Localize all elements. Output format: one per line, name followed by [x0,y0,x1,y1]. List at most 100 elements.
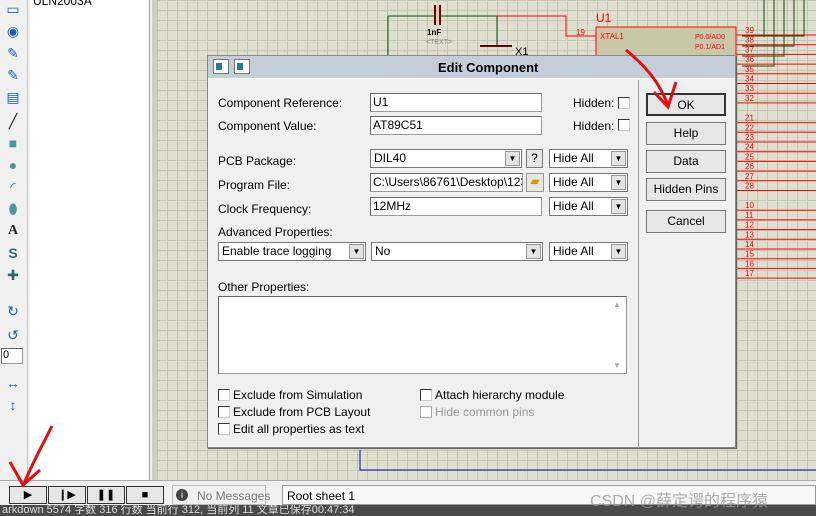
chevron-down-icon: ▼ [349,244,364,259]
step-button[interactable]: ❙▶ [48,486,86,504]
program-visibility-select[interactable]: Hide All ▼ [549,173,628,192]
exclude-simulation-checkbox[interactable] [218,389,230,401]
angle-input[interactable]: 0 [1,348,23,364]
pin-number: 15 [745,250,754,259]
folder-icon[interactable]: ▰ [526,173,544,192]
flip-vertical-icon[interactable]: ↕ [3,396,23,414]
chip-ref: U1 [596,11,612,25]
component-reference-input[interactable]: U1 [370,93,542,112]
pcb-value: DIL40 [374,151,407,165]
hidden-label: Hidden: [573,96,615,110]
pin-number: 36 [745,55,754,64]
info-icon: i [176,489,188,501]
clock-frequency-input[interactable]: 12MHz [370,197,542,216]
advanced-visibility-select[interactable]: Hide All ▼ [549,242,628,261]
pin-number: 12 [745,221,754,230]
advanced-property-select[interactable]: Enable trace logging ▼ [218,242,366,261]
stop-button[interactable]: ■ [126,486,164,504]
marker-icon[interactable]: ✚ [3,266,23,284]
pin-number: 10 [745,201,754,210]
program-file-input[interactable]: C:\Users\86761\Desktop\123' [370,173,523,192]
xtal-pin-label: XTAL1 [600,32,624,41]
window-icon [234,59,250,74]
pin-number: 14 [745,240,754,249]
pcb-package-select[interactable]: DIL40 ▼ [370,149,522,168]
pin-number: 22 [745,123,754,132]
value-hidden-checkbox[interactable] [618,119,630,131]
capacitor-text: <TEXT> [426,39,452,46]
pin-number: 37 [745,45,754,54]
hide-common-pins-checkbox[interactable] [420,406,432,418]
hide-common-pins-label: Hide common pins [435,405,535,419]
cancel-button[interactable]: Cancel [646,210,726,233]
pin-number: 27 [745,172,754,181]
edit-all-checkbox[interactable] [218,423,230,435]
data-button[interactable]: Data [646,150,726,173]
chevron-down-icon: ▼ [505,151,520,166]
other-properties-label: Other Properties: [218,280,310,294]
ok-button[interactable]: OK [646,93,726,116]
pin-number: 28 [745,182,754,191]
line-icon[interactable]: ╱ [3,112,23,130]
attach-hierarchy-checkbox[interactable] [420,389,432,401]
watermark: CSDN @薛定谔的程序猿 [590,493,769,510]
arc-icon[interactable]: ◜ [3,178,23,196]
pin-number: 13 [745,230,754,239]
port-label: P0.1/AD1 [695,44,725,51]
clock-visibility-select[interactable]: Hide All ▼ [549,197,628,216]
play-button[interactable]: ▶ [9,486,47,504]
component-value-input[interactable]: AT89C51 [370,116,542,135]
exclude-pcb-checkbox[interactable] [218,406,230,418]
pcb-visibility-select[interactable]: Hide All ▼ [549,149,628,168]
edit-all-label: Edit all properties as text [233,422,365,436]
pin-number: 21 [745,114,754,123]
attach-hierarchy-label: Attach hierarchy module [435,388,565,402]
pin-number: 33 [745,84,754,93]
capacitor-value: 1nF [427,28,441,37]
text-icon[interactable]: A [3,222,23,240]
scroll-down-icon[interactable]: ▼ [613,361,621,370]
ref-hidden-checkbox[interactable] [618,97,630,109]
dialog-title: Edit Component [438,60,539,75]
value-label: Component Value: [218,119,317,133]
circle-icon[interactable]: ● [3,156,23,174]
voltage-probe-icon[interactable]: ✎ [3,44,23,62]
help-button[interactable]: Help [646,122,726,145]
terminal-icon[interactable]: ▭ [3,0,23,18]
dialog-titlebar[interactable]: Edit Component [208,56,735,79]
rotate-ccw-icon[interactable]: ↺ [3,326,23,344]
current-probe-icon[interactable]: ✎ [3,66,23,84]
box-icon[interactable]: ■ [3,134,23,152]
pin-number: 35 [745,65,754,74]
symbol-icon[interactable]: S [3,244,23,262]
other-properties-textarea[interactable] [218,296,627,374]
hidden-label: Hidden: [573,119,615,133]
generator-icon[interactable]: ◉ [3,22,23,40]
port-label: P0.0/AD0 [695,34,725,41]
sheet-name: Root sheet 1 [287,489,356,503]
graph-icon[interactable]: ▤ [3,88,23,106]
pin-number: 25 [745,152,754,161]
messages-status[interactable]: No Messages [197,489,270,503]
program-file-label: Program File: [218,178,291,192]
pin-number: 24 [745,143,754,152]
pin-number: 16 [745,259,754,268]
advanced-label: Advanced Properties: [218,225,333,239]
clock-label: Clock Frequency: [218,202,312,216]
scroll-up-icon[interactable]: ▲ [613,300,621,309]
pause-button[interactable]: ❚❚ [87,486,125,504]
pin-number: 17 [745,269,754,278]
flip-horizontal-icon[interactable]: ↔ [3,374,23,392]
path-icon[interactable]: ⬮ [3,200,23,218]
device-list[interactable]: ULN2003A [30,0,150,480]
pin-number: 23 [745,133,754,142]
pin-number: 38 [745,36,754,45]
package-help-button[interactable]: ? [526,149,543,168]
rotate-cw-icon[interactable]: ↻ [3,302,23,320]
hidden-pins-button[interactable]: Hidden Pins [646,178,726,201]
pin-number: 32 [745,94,754,103]
advanced-value-select[interactable]: No ▼ [371,242,543,261]
device-item[interactable]: ULN2003A [33,0,92,8]
chevron-down-icon: ▼ [611,175,626,190]
pin-number: 11 [745,211,754,220]
